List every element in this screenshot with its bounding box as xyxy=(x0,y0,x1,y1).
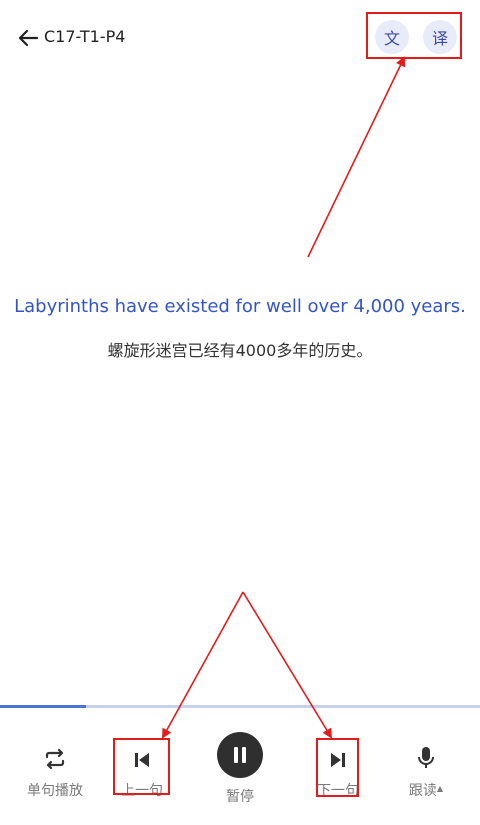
annotation-arrows xyxy=(162,56,406,739)
microphone-icon xyxy=(418,747,434,768)
back-button[interactable] xyxy=(14,24,42,52)
single-sentence-button[interactable]: 单句播放 xyxy=(15,744,95,800)
repeat-icon xyxy=(45,748,65,770)
playback-controls: 单句播放 上一句 暂停 下一句 跟读▲ xyxy=(0,708,480,825)
annotation-box-prev xyxy=(113,738,170,795)
annotation-box-next xyxy=(316,738,359,797)
read-along-button[interactable]: 跟读▲ xyxy=(386,744,466,800)
pause-label: 暂停 xyxy=(226,789,254,805)
arrow-left-icon xyxy=(18,29,39,47)
page-title: C17-T1-P4 xyxy=(44,27,126,46)
arrow-to-top-buttons xyxy=(307,56,406,258)
pause-icon xyxy=(217,732,263,778)
caret-up-icon: ▲ xyxy=(436,784,444,793)
read-along-label: 跟读 xyxy=(408,783,437,799)
single-sentence-label: 单句播放 xyxy=(27,783,83,799)
english-sentence[interactable]: Labyrinths have existed for well over 4,… xyxy=(0,296,480,317)
pause-button[interactable]: 暂停 xyxy=(200,732,280,806)
chinese-translation: 螺旋形迷宫已经有4000多年的历史。 xyxy=(107,341,373,360)
annotation-box-top xyxy=(366,12,462,59)
